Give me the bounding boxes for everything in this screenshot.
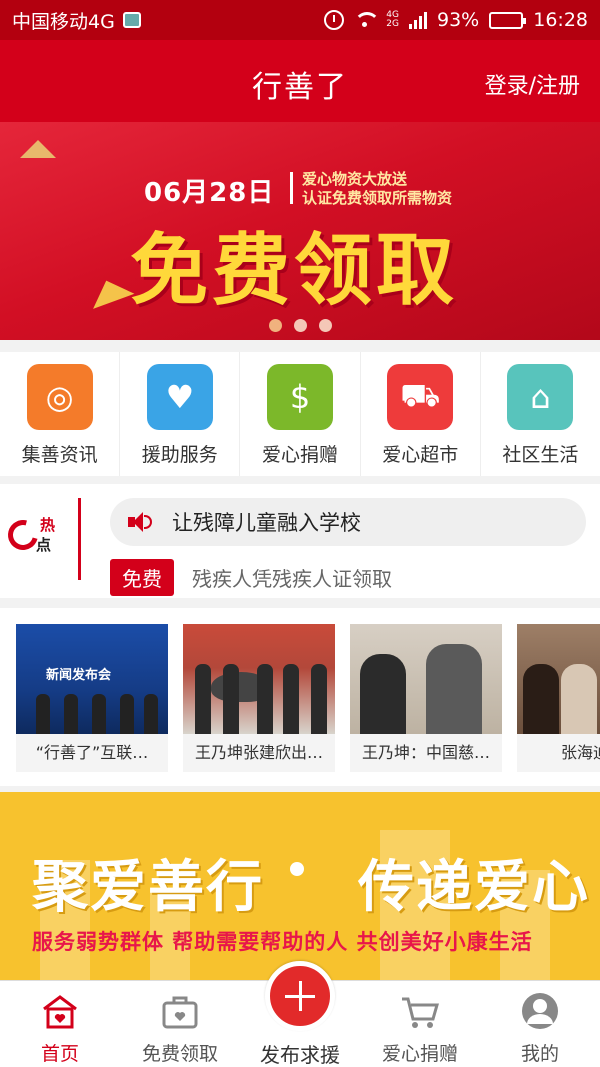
gift-bag-icon	[158, 991, 202, 1031]
hot-news-section: 热 点 让残障儿童融入学校 免费 残疾人凭残疾人证领取	[0, 484, 600, 598]
news-image	[350, 624, 502, 734]
nav-item[interactable]: ⌂ 社区生活	[481, 352, 600, 476]
nav-item[interactable]: $ 爱心捐赠	[240, 352, 361, 476]
nav-item[interactable]: ♥ 援助服务	[120, 352, 241, 476]
banner-headline: 免费领取	[130, 226, 459, 316]
news-image	[183, 624, 335, 734]
banner-date: 06月28日	[144, 178, 275, 208]
nav-item[interactable]: ◎ 集善资讯	[0, 352, 121, 476]
nav-item-label: 援助服务	[141, 444, 218, 466]
tab-label: 发布求援	[260, 1043, 340, 1067]
decor-triangle	[20, 140, 56, 158]
wifi-icon	[354, 12, 381, 28]
carousel-dot[interactable]	[318, 319, 332, 332]
community-icon: ⌂	[507, 364, 574, 430]
nav-item-label: 爱心捐赠	[262, 444, 339, 466]
banner-subtitle-1: 爱心物资大放送	[302, 170, 408, 188]
banner-divider	[290, 172, 293, 204]
tab-item[interactable]: 爱心捐赠	[360, 981, 480, 1067]
banner-subtitle-2: 认证免费领取所需物资	[302, 189, 453, 207]
handshake-icon: ♥	[146, 364, 213, 430]
carousel-indicator[interactable]	[0, 319, 600, 332]
news-card[interactable]: 张海迪、	[517, 624, 600, 772]
hot-logo-bottom: 点	[36, 536, 52, 554]
tab-label: 免费领取	[141, 1043, 218, 1065]
notification-icon	[122, 12, 141, 28]
nav-item-label: 社区生活	[502, 444, 579, 466]
news-image: 新闻发布会	[16, 624, 168, 734]
news-caption: 张海迪、	[560, 743, 600, 762]
slogan-left: 聚爱善行	[32, 855, 264, 920]
carousel-dot[interactable]	[293, 319, 307, 332]
slogan-dot	[290, 862, 304, 876]
speaker-icon	[128, 510, 152, 534]
free-tag: 免费	[110, 559, 174, 596]
nav-item[interactable]: ⛟ 爱心超市	[361, 352, 481, 476]
plus-icon[interactable]	[265, 961, 335, 1031]
decor-triangle	[85, 273, 135, 309]
nav-item-label: 集善资讯	[21, 444, 98, 466]
news-card[interactable]: 王乃坤：中国慈…	[350, 624, 502, 772]
slogan-subtitle: 服务弱势群体 帮助需要帮助的人 共创美好小康生活	[32, 930, 533, 954]
news-caption: “行善了”互联…	[35, 743, 149, 762]
news-card[interactable]: 王乃坤张建欣出…	[183, 624, 335, 772]
status-bar: 中国移动4G 4G 2G 93% 16:28	[0, 0, 600, 40]
tab-label: 爱心捐赠	[381, 1043, 458, 1065]
hot-divider	[78, 498, 81, 580]
profile-icon	[518, 991, 562, 1031]
alarm-icon	[324, 10, 345, 30]
nav-item-label: 爱心超市	[382, 444, 459, 466]
news-card[interactable]: 新闻发布会 “行善了”互联…	[16, 624, 168, 772]
carousel-dot[interactable]	[268, 319, 282, 332]
signal-icon	[409, 11, 427, 29]
login-register-link[interactable]: 登录/注册	[485, 68, 580, 100]
promo-banner[interactable]: 06月28日 爱心物资大放送 认证免费领取所需物资 免费领取	[0, 122, 600, 340]
news-caption: 王乃坤张建欣出…	[194, 743, 323, 762]
category-nav: ◎ 集善资讯 ♥ 援助服务 $ 爱心捐赠 ⛟ 爱心超市 ⌂ 社区生活	[0, 352, 600, 476]
tab-item[interactable]: 免费领取	[120, 981, 240, 1067]
money-heart-icon: $	[267, 364, 333, 430]
bottom-tab-bar: 首页 免费领取 发布求援 爱心捐赠 我的	[0, 961, 600, 1067]
free-tag-text[interactable]: 残疾人凭残疾人证领取	[192, 563, 392, 592]
news-image	[517, 624, 600, 734]
donate-cart-icon	[398, 991, 442, 1031]
network-type: 4G 2G	[386, 11, 399, 29]
battery-percent: 93%	[437, 9, 480, 31]
battery-icon	[489, 11, 527, 29]
tab-item[interactable]: 我的	[480, 981, 600, 1067]
news-image-text: 新闻发布会	[46, 668, 112, 683]
cart-icon: ⛟	[387, 364, 454, 430]
network-bottom: 2G	[386, 19, 399, 29]
slogan-right: 传递爱心	[358, 855, 590, 920]
tab-label: 首页	[40, 1043, 79, 1065]
tab-item[interactable]: 首页	[0, 981, 120, 1067]
home-icon	[38, 991, 82, 1031]
slogan-headline: 聚爱善行 传递爱心	[32, 842, 590, 923]
target-icon: ◎	[26, 364, 93, 430]
clock: 16:28	[533, 9, 588, 31]
carrier-label: 中国移动4G	[12, 10, 115, 33]
news-caption: 王乃坤：中国慈…	[361, 743, 490, 762]
slogan-banner[interactable]: 聚爱善行 传递爱心 服务弱势群体 帮助需要帮助的人 共创美好小康生活	[0, 792, 600, 980]
app-header: 行善了 登录/注册	[0, 40, 600, 122]
hot-logo: 热 点	[2, 514, 68, 564]
hot-headline: 让残障儿童融入学校	[172, 511, 361, 535]
hot-logo-top: 热	[40, 516, 56, 534]
tab-label: 我的	[520, 1043, 559, 1065]
hot-headline-pill[interactable]: 让残障儿童融入学校	[110, 498, 586, 546]
news-carousel[interactable]: 新闻发布会 “行善了”互联… 王乃坤张建欣出… 王乃坤：中国慈… 张海迪、	[0, 608, 600, 786]
tab-item[interactable]: 发布求援	[240, 961, 360, 1067]
